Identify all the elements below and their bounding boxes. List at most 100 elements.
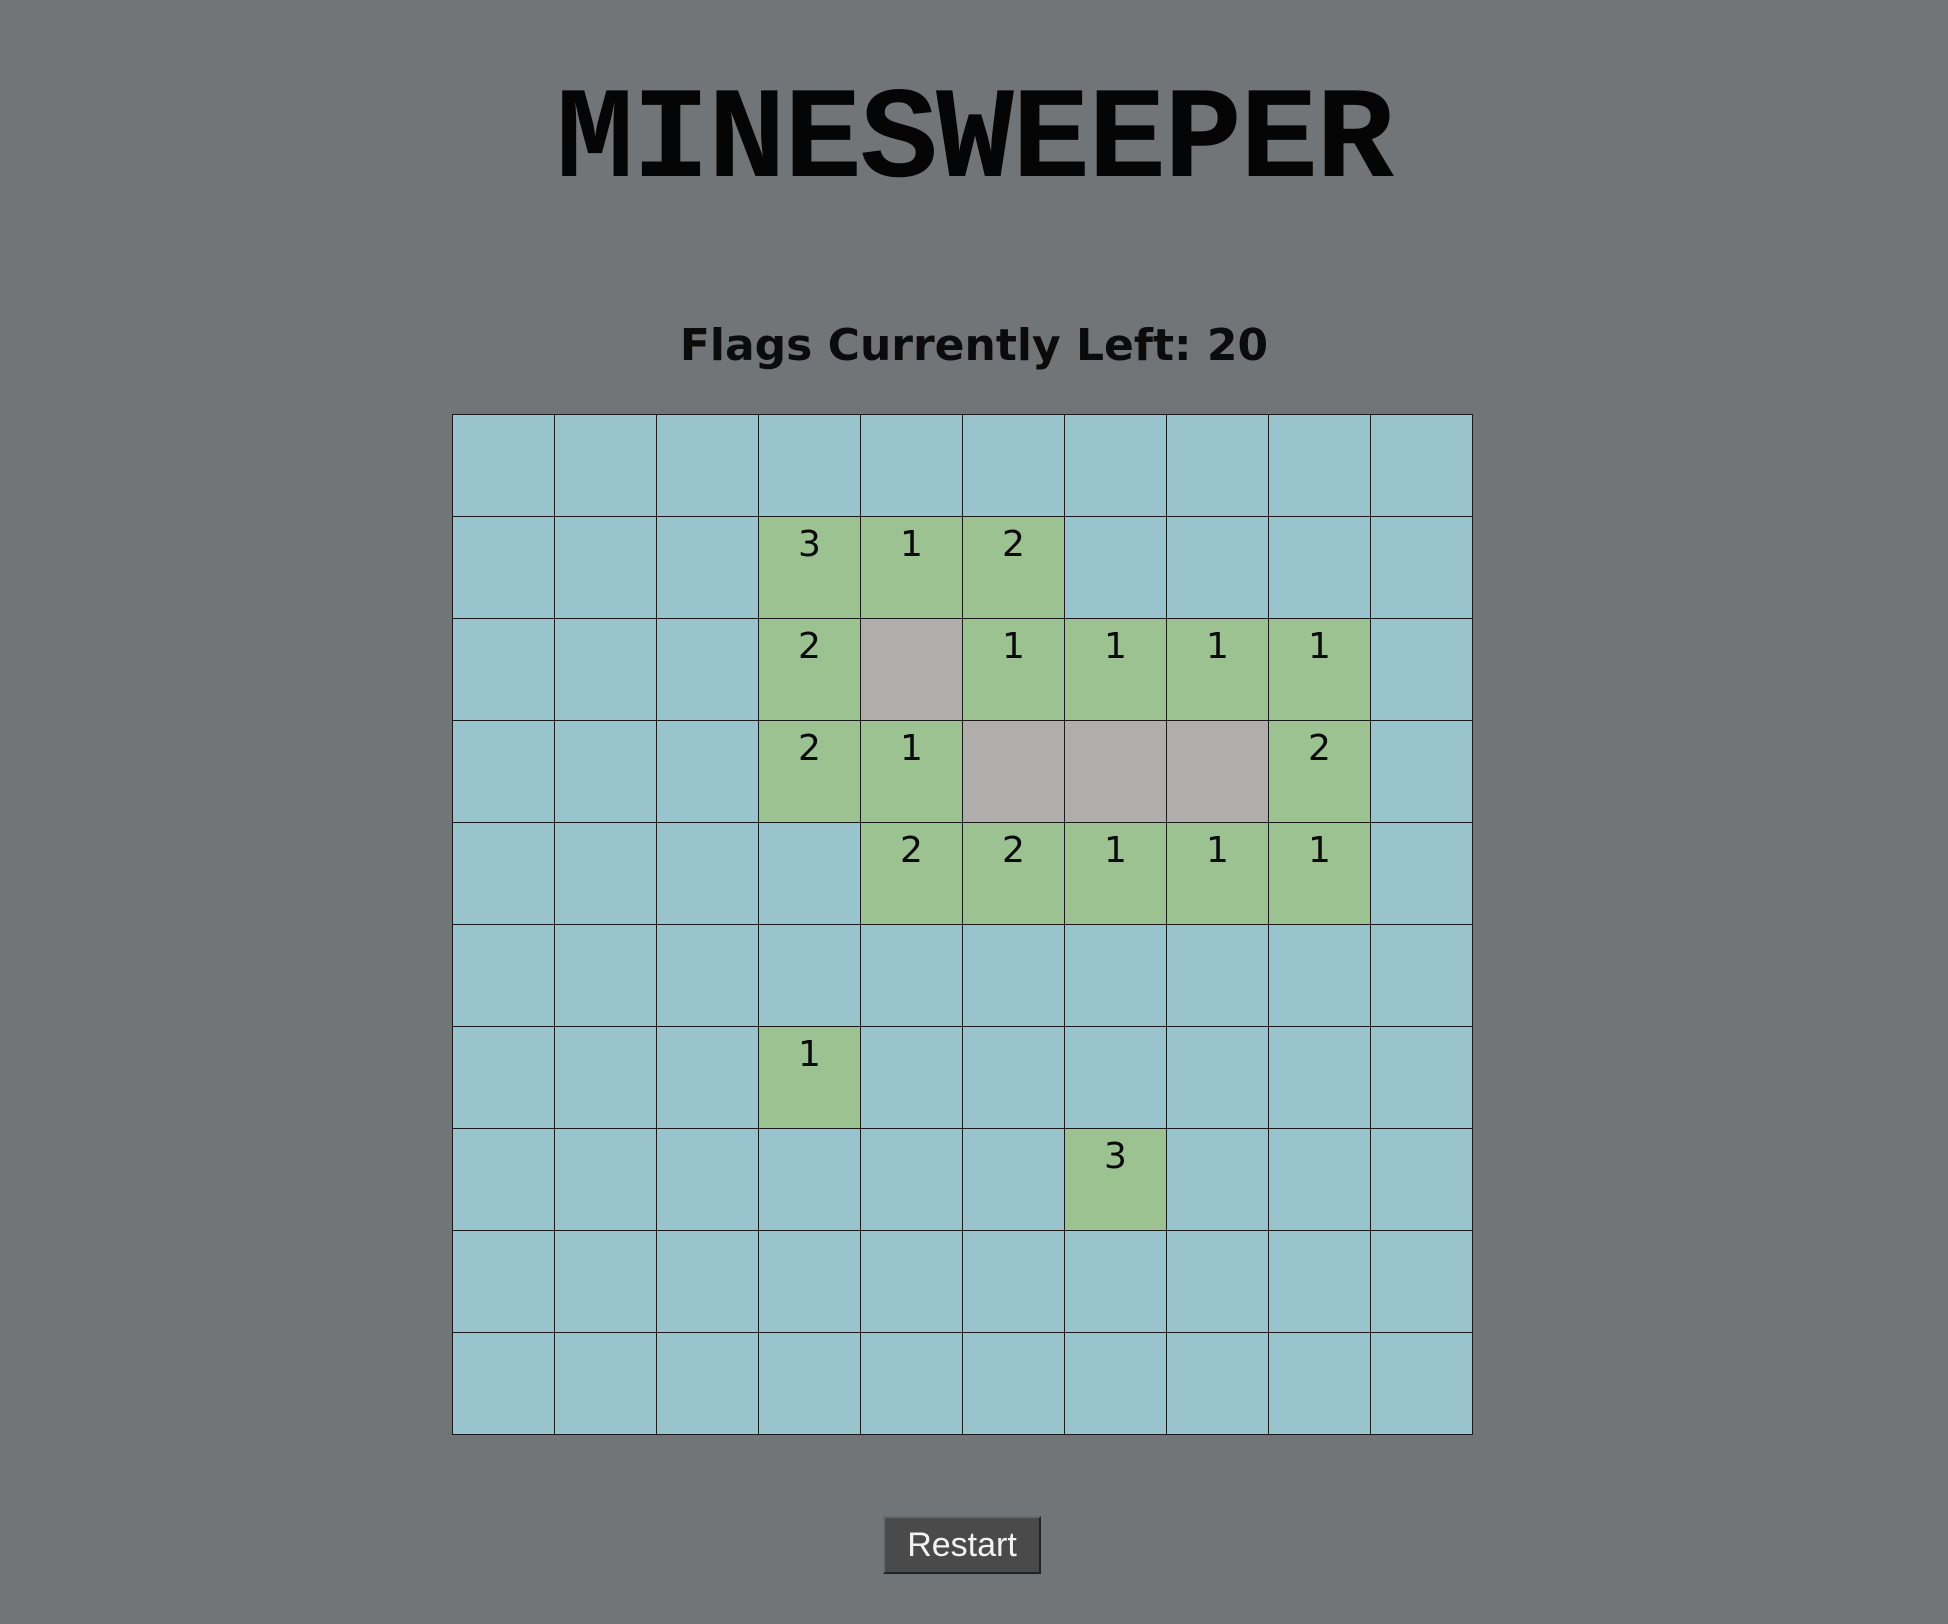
restart-button[interactable]: Restart bbox=[883, 1516, 1041, 1574]
hidden-cell[interactable] bbox=[657, 1231, 759, 1333]
revealed-number-cell: 1 bbox=[1167, 823, 1269, 925]
hidden-cell[interactable] bbox=[1269, 1027, 1371, 1129]
revealed-number-cell: 1 bbox=[1167, 619, 1269, 721]
hidden-cell[interactable] bbox=[861, 1129, 963, 1231]
revealed-number-cell: 1 bbox=[1269, 823, 1371, 925]
hidden-cell[interactable] bbox=[1371, 415, 1473, 517]
hidden-cell[interactable] bbox=[1371, 1333, 1473, 1435]
hidden-cell[interactable] bbox=[1371, 1027, 1473, 1129]
hidden-cell[interactable] bbox=[453, 415, 555, 517]
hidden-cell[interactable] bbox=[1065, 925, 1167, 1027]
hidden-cell[interactable] bbox=[555, 925, 657, 1027]
hidden-cell[interactable] bbox=[657, 1027, 759, 1129]
hidden-cell[interactable] bbox=[1167, 1027, 1269, 1129]
hidden-cell[interactable] bbox=[555, 517, 657, 619]
hidden-cell[interactable] bbox=[657, 823, 759, 925]
hidden-cell[interactable] bbox=[1167, 1231, 1269, 1333]
game-title: MINESWEEPER bbox=[555, 69, 1394, 216]
revealed-number-cell: 2 bbox=[759, 619, 861, 721]
hidden-cell[interactable] bbox=[453, 1027, 555, 1129]
hidden-cell[interactable] bbox=[1371, 517, 1473, 619]
hidden-cell[interactable] bbox=[1167, 517, 1269, 619]
revealed-number-cell: 1 bbox=[861, 721, 963, 823]
hidden-cell[interactable] bbox=[861, 1333, 963, 1435]
hidden-cell[interactable] bbox=[759, 415, 861, 517]
hidden-cell[interactable] bbox=[1269, 1231, 1371, 1333]
hidden-cell[interactable] bbox=[657, 619, 759, 721]
hidden-cell[interactable] bbox=[1065, 1333, 1167, 1435]
minesweeper-board: 312211112122211113 bbox=[452, 414, 1473, 1435]
hidden-cell[interactable] bbox=[453, 1129, 555, 1231]
revealed-number-cell: 2 bbox=[1269, 721, 1371, 823]
hidden-cell[interactable] bbox=[1269, 925, 1371, 1027]
hidden-cell[interactable] bbox=[1167, 925, 1269, 1027]
hidden-cell[interactable] bbox=[963, 1129, 1065, 1231]
hidden-cell[interactable] bbox=[453, 1333, 555, 1435]
hidden-cell[interactable] bbox=[453, 1231, 555, 1333]
revealed-empty-cell bbox=[1167, 721, 1269, 823]
hidden-cell[interactable] bbox=[453, 721, 555, 823]
hidden-cell[interactable] bbox=[963, 1231, 1065, 1333]
hidden-cell[interactable] bbox=[1371, 619, 1473, 721]
hidden-cell[interactable] bbox=[453, 619, 555, 721]
hidden-cell[interactable] bbox=[1167, 1129, 1269, 1231]
revealed-number-cell: 1 bbox=[1065, 619, 1167, 721]
hidden-cell[interactable] bbox=[453, 517, 555, 619]
revealed-empty-cell bbox=[963, 721, 1065, 823]
hidden-cell[interactable] bbox=[1371, 925, 1473, 1027]
hidden-cell[interactable] bbox=[1167, 1333, 1269, 1435]
revealed-number-cell: 2 bbox=[963, 517, 1065, 619]
hidden-cell[interactable] bbox=[963, 1333, 1065, 1435]
hidden-cell[interactable] bbox=[759, 1231, 861, 1333]
hidden-cell[interactable] bbox=[759, 1129, 861, 1231]
hidden-cell[interactable] bbox=[759, 925, 861, 1027]
hidden-cell[interactable] bbox=[555, 823, 657, 925]
revealed-number-cell: 1 bbox=[963, 619, 1065, 721]
hidden-cell[interactable] bbox=[1269, 517, 1371, 619]
hidden-cell[interactable] bbox=[555, 721, 657, 823]
hidden-cell[interactable] bbox=[555, 619, 657, 721]
revealed-number-cell: 2 bbox=[861, 823, 963, 925]
hidden-cell[interactable] bbox=[1269, 415, 1371, 517]
hidden-cell[interactable] bbox=[1371, 1231, 1473, 1333]
hidden-cell[interactable] bbox=[861, 1027, 963, 1129]
hidden-cell[interactable] bbox=[657, 415, 759, 517]
hidden-cell[interactable] bbox=[555, 415, 657, 517]
hidden-cell[interactable] bbox=[1269, 1129, 1371, 1231]
hidden-cell[interactable] bbox=[1371, 1129, 1473, 1231]
hidden-cell[interactable] bbox=[963, 925, 1065, 1027]
hidden-cell[interactable] bbox=[1065, 415, 1167, 517]
hidden-cell[interactable] bbox=[759, 1333, 861, 1435]
hidden-cell[interactable] bbox=[861, 415, 963, 517]
hidden-cell[interactable] bbox=[861, 925, 963, 1027]
hidden-cell[interactable] bbox=[1065, 1027, 1167, 1129]
hidden-cell[interactable] bbox=[555, 1333, 657, 1435]
hidden-cell[interactable] bbox=[1269, 1333, 1371, 1435]
hidden-cell[interactable] bbox=[1167, 415, 1269, 517]
hidden-cell[interactable] bbox=[555, 1231, 657, 1333]
hidden-cell[interactable] bbox=[453, 925, 555, 1027]
hidden-cell[interactable] bbox=[657, 517, 759, 619]
hidden-cell[interactable] bbox=[555, 1129, 657, 1231]
hidden-cell[interactable] bbox=[657, 1333, 759, 1435]
hidden-cell[interactable] bbox=[1371, 721, 1473, 823]
hidden-cell[interactable] bbox=[963, 1027, 1065, 1129]
hidden-cell[interactable] bbox=[1065, 1231, 1167, 1333]
revealed-number-cell: 1 bbox=[1269, 619, 1371, 721]
hidden-cell[interactable] bbox=[453, 823, 555, 925]
hidden-cell[interactable] bbox=[555, 1027, 657, 1129]
hidden-cell[interactable] bbox=[657, 721, 759, 823]
revealed-number-cell: 2 bbox=[759, 721, 861, 823]
hidden-cell[interactable] bbox=[1371, 823, 1473, 925]
hidden-cell[interactable] bbox=[657, 1129, 759, 1231]
revealed-number-cell: 1 bbox=[1065, 823, 1167, 925]
hidden-cell[interactable] bbox=[861, 1231, 963, 1333]
revealed-empty-cell bbox=[861, 619, 963, 721]
hidden-cell[interactable] bbox=[759, 823, 861, 925]
revealed-number-cell: 1 bbox=[861, 517, 963, 619]
hidden-cell[interactable] bbox=[1065, 517, 1167, 619]
revealed-number-cell: 3 bbox=[1065, 1129, 1167, 1231]
revealed-number-cell: 3 bbox=[759, 517, 861, 619]
hidden-cell[interactable] bbox=[657, 925, 759, 1027]
hidden-cell[interactable] bbox=[963, 415, 1065, 517]
